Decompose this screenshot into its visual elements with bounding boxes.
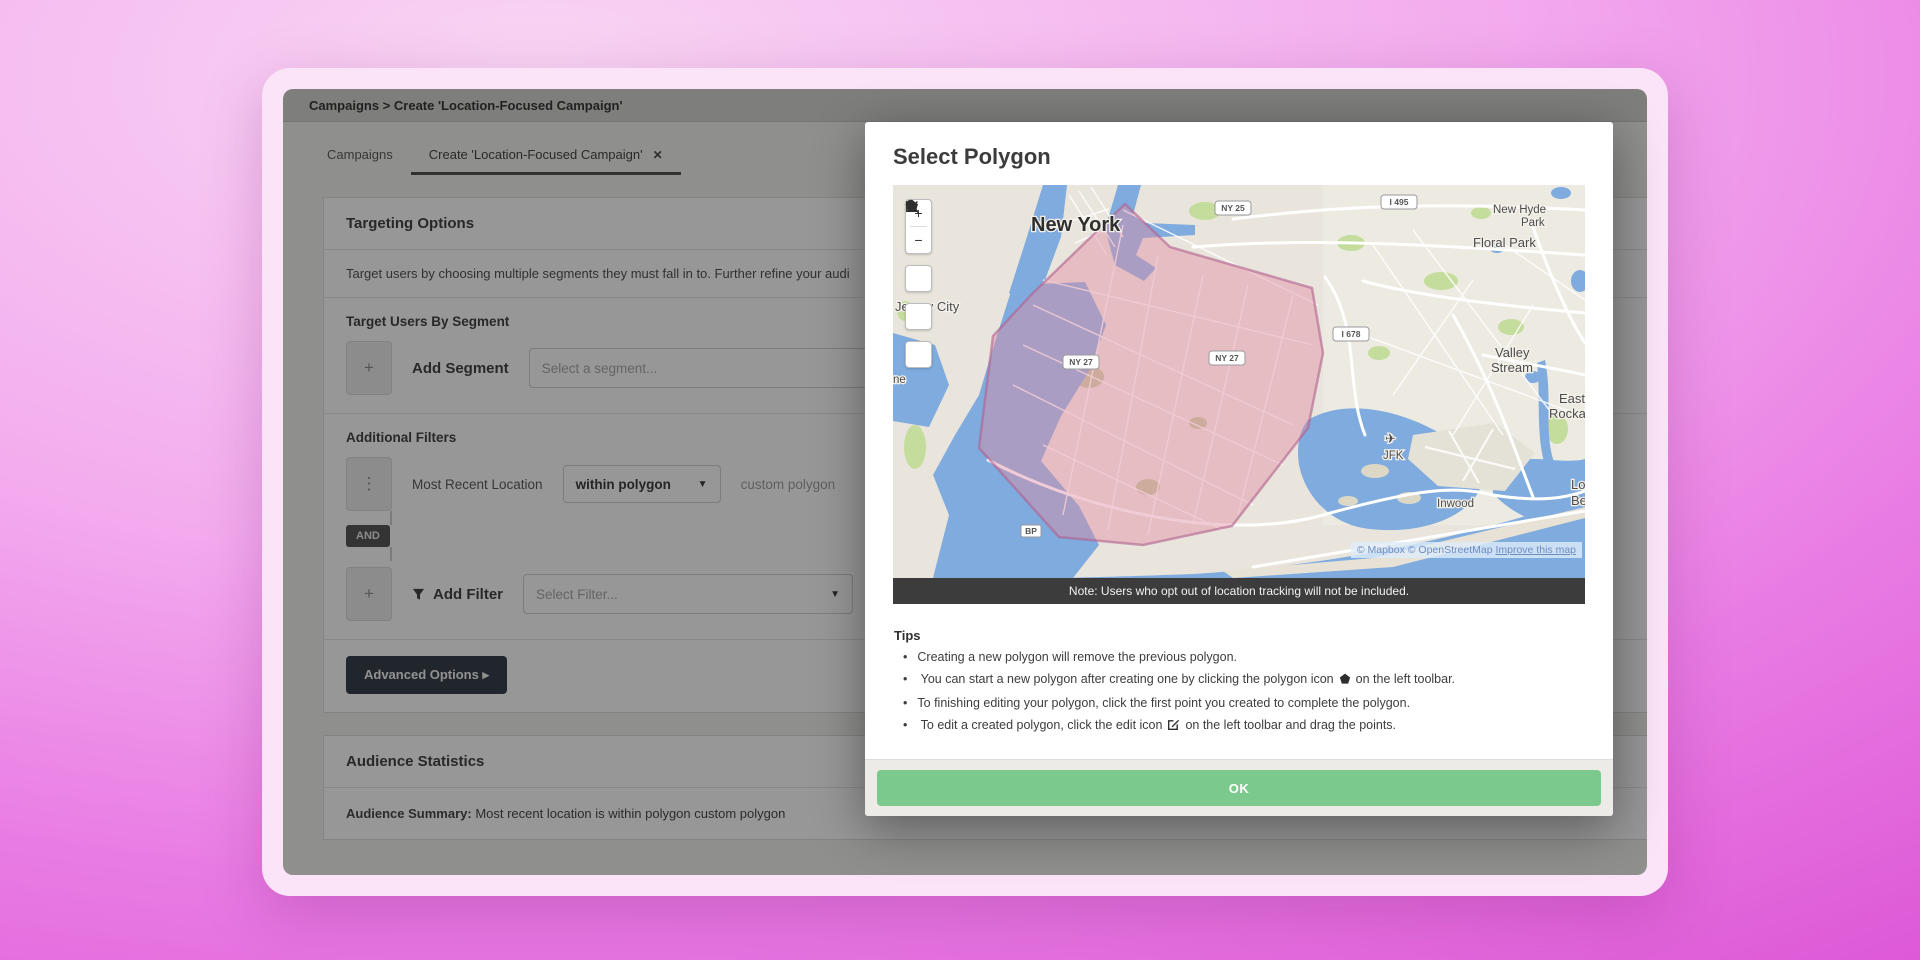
svg-text:NY 27: NY 27 xyxy=(1215,353,1239,363)
zoom-out-button[interactable]: − xyxy=(906,227,931,253)
improve-map-link[interactable]: Improve this map xyxy=(1495,544,1576,556)
svg-text:New York: New York xyxy=(1031,214,1121,236)
ok-button[interactable]: OK xyxy=(877,770,1601,806)
svg-text:New Hyde: New Hyde xyxy=(1493,204,1546,216)
svg-text:✈: ✈ xyxy=(1385,431,1396,446)
tips-title: Tips xyxy=(894,628,921,643)
tip-item: To finishing editing your polygon, click… xyxy=(903,696,1455,710)
svg-text:Lo: Lo xyxy=(1571,477,1585,492)
polygon-icon xyxy=(1339,673,1351,688)
edit-polygon-button[interactable] xyxy=(905,341,932,368)
svg-text:I 495: I 495 xyxy=(1390,197,1409,207)
select-polygon-modal: Select Polygon xyxy=(865,122,1613,816)
svg-text:Park: Park xyxy=(1521,217,1545,229)
tips-list: Creating a new polygon will remove the p… xyxy=(903,650,1455,742)
svg-text:NY 27: NY 27 xyxy=(1069,357,1093,367)
edit-icon xyxy=(1167,718,1180,734)
svg-text:Be: Be xyxy=(1571,493,1585,508)
svg-text:I 678: I 678 xyxy=(1342,329,1361,339)
svg-text:Floral Park: Floral Park xyxy=(1473,235,1536,250)
edit-icon xyxy=(905,199,919,213)
svg-text:ne: ne xyxy=(893,374,906,386)
svg-text:East: East xyxy=(1559,391,1585,406)
tip-item: To edit a created polygon, click the edi… xyxy=(903,718,1455,734)
draw-polygon-button[interactable] xyxy=(905,303,932,330)
modal-title: Select Polygon xyxy=(893,144,1051,170)
svg-text:Stream: Stream xyxy=(1491,360,1533,375)
svg-text:Rockav: Rockav xyxy=(1549,406,1585,421)
tip-item: Creating a new polygon will remove the p… xyxy=(903,650,1455,664)
svg-text:BP: BP xyxy=(1025,526,1037,536)
map-graphics: NY 25 I 495 I 678 NY 27 NY 27 BP New Yor… xyxy=(893,185,1585,578)
svg-text:Inwood: Inwood xyxy=(1437,498,1474,510)
svg-text:NY 25: NY 25 xyxy=(1221,203,1245,213)
map-attribution: © Mapbox © OpenStreetMap Improve this ma… xyxy=(1351,542,1582,558)
modal-footer: OK xyxy=(865,759,1613,816)
tip-item: You can start a new polygon after creati… xyxy=(903,672,1455,688)
map-controls: + − xyxy=(905,199,932,368)
map-canvas[interactable]: NY 25 I 495 I 678 NY 27 NY 27 BP New Yor… xyxy=(893,185,1585,578)
location-tracking-note: Note: Users who opt out of location trac… xyxy=(893,578,1585,604)
svg-text:JFK: JFK xyxy=(1383,450,1404,462)
svg-text:Valley: Valley xyxy=(1495,345,1530,360)
map-search-button[interactable] xyxy=(905,265,932,292)
